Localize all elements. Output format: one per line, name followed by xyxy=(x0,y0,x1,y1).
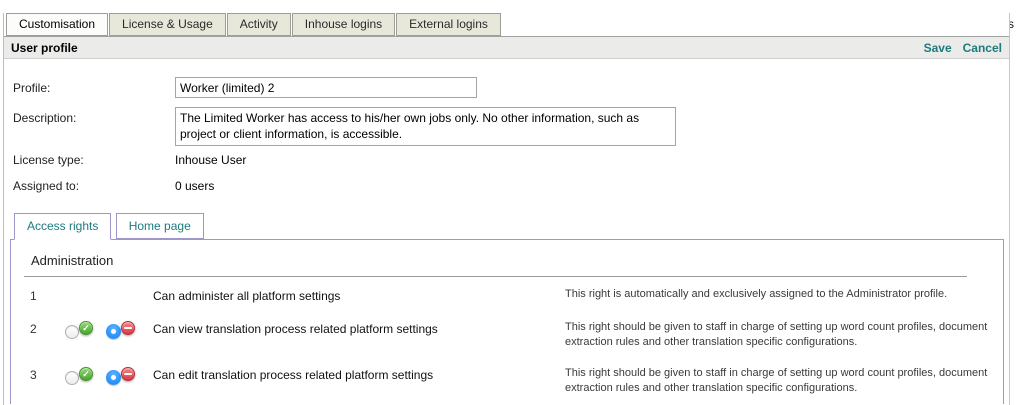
right-controls-empty xyxy=(65,287,153,288)
description-row: Description: The Limited Worker has acce… xyxy=(13,107,1009,146)
table-row: 3 ✓ Can edit translation process related… xyxy=(11,366,1003,395)
description-textarea[interactable]: The Limited Worker has access to his/her… xyxy=(175,107,676,146)
page-title: User profile xyxy=(11,41,78,55)
user-profile-header-bar: User profile Save Cancel xyxy=(4,36,1009,59)
header-actions: Save Cancel xyxy=(924,41,1002,55)
description-label: Description: xyxy=(13,107,175,125)
right-controls: ✓ xyxy=(65,320,153,339)
right-number: 1 xyxy=(30,287,65,303)
profile-input[interactable] xyxy=(175,77,477,98)
main-container: Customisation License & Usage Activity I… xyxy=(3,13,1010,405)
allow-check-icon[interactable]: ✓ xyxy=(79,367,93,381)
deny-icon[interactable] xyxy=(121,321,135,335)
table-row: 1 Can administer all platform settings T… xyxy=(11,287,1003,303)
right-name: Can administer all platform settings xyxy=(153,287,565,303)
right-description: This right should be given to staff in c… xyxy=(565,366,993,395)
deny-radio-selected[interactable] xyxy=(106,370,121,385)
license-type-label: License type: xyxy=(13,153,175,167)
right-controls: ✓ xyxy=(65,366,153,385)
right-number: 3 xyxy=(30,366,65,382)
assigned-to-row: Assigned to: 0 users xyxy=(13,179,1009,195)
assigned-to-value: 0 users xyxy=(175,179,214,193)
sub-tab-bar: Access rights Home page xyxy=(4,213,1009,239)
deny-option xyxy=(106,367,135,385)
license-type-row: License type: Inhouse User xyxy=(13,153,1009,169)
right-description: This right is automatically and exclusiv… xyxy=(565,287,993,302)
table-row: 2 ✓ Can view translation process related… xyxy=(11,320,1003,349)
allow-radio[interactable] xyxy=(65,371,79,385)
deny-radio-selected[interactable] xyxy=(106,324,121,339)
right-number: 2 xyxy=(30,320,65,336)
tab-inhouse-logins[interactable]: Inhouse logins xyxy=(292,13,395,36)
allow-radio[interactable] xyxy=(65,325,79,339)
right-name: Can edit translation process related pla… xyxy=(153,366,565,382)
tab-customisation[interactable]: Customisation xyxy=(6,13,108,36)
tab-external-logins[interactable]: External logins xyxy=(396,13,501,36)
allow-option: ✓ xyxy=(65,321,93,339)
save-button[interactable]: Save xyxy=(924,41,952,55)
right-name: Can view translation process related pla… xyxy=(153,320,565,336)
rights-list: 1 Can administer all platform settings T… xyxy=(11,287,1003,395)
section-divider xyxy=(24,276,967,277)
profile-form: Profile: Description: The Limited Worker… xyxy=(4,59,1009,195)
allow-option: ✓ xyxy=(65,367,93,385)
section-title: Administration xyxy=(31,253,1003,268)
cancel-button[interactable]: Cancel xyxy=(963,41,1002,55)
access-rights-panel: Administration 1 Can administer all plat… xyxy=(10,239,1004,404)
main-tab-bar: Customisation License & Usage Activity I… xyxy=(4,13,1009,36)
deny-icon[interactable] xyxy=(121,367,135,381)
tab-license-usage[interactable]: License & Usage xyxy=(109,13,226,36)
tab-home-page[interactable]: Home page xyxy=(116,213,204,239)
profile-row: Profile: xyxy=(13,77,1009,98)
tab-activity[interactable]: Activity xyxy=(227,13,291,36)
tab-access-rights[interactable]: Access rights xyxy=(14,213,111,240)
right-description: This right should be given to staff in c… xyxy=(565,320,993,349)
allow-check-icon[interactable]: ✓ xyxy=(79,321,93,335)
deny-option xyxy=(106,321,135,339)
license-type-value: Inhouse User xyxy=(175,153,246,167)
profile-label: Profile: xyxy=(13,77,175,95)
assigned-to-label: Assigned to: xyxy=(13,179,175,193)
